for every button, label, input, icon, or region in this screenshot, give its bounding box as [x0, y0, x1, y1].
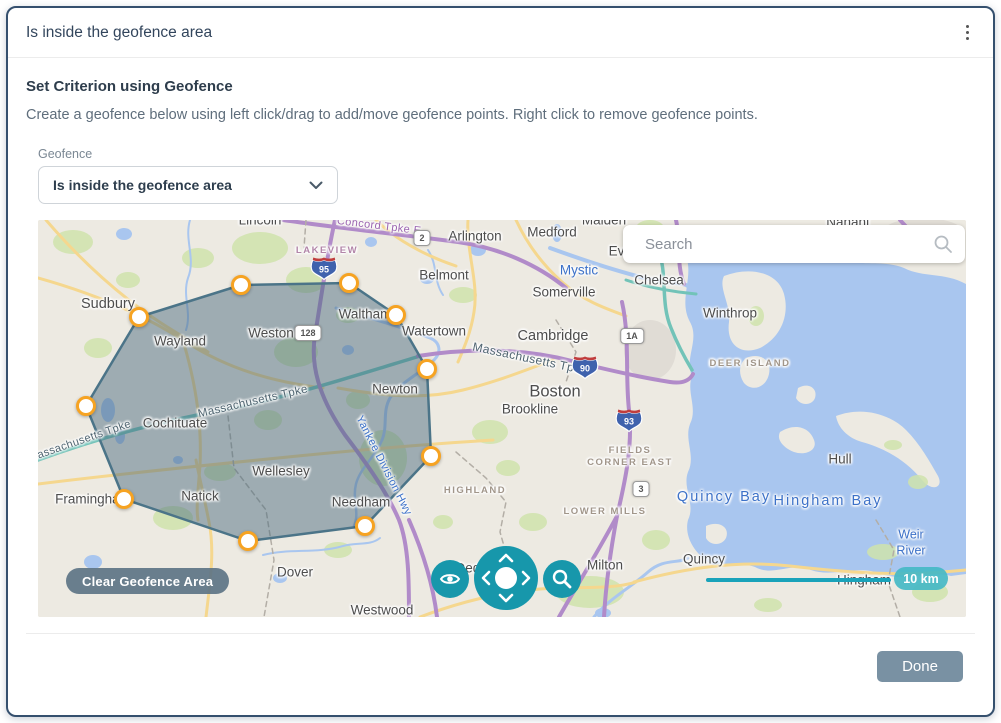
geofence-field: Geofence Is inside the geofence area: [38, 147, 975, 204]
card-header: Is inside the geofence area: [8, 8, 993, 58]
geofence-vertex[interactable]: [339, 273, 359, 293]
eye-icon: [431, 586, 469, 601]
search-input[interactable]: [643, 235, 933, 254]
geofence-field-label: Geofence: [38, 147, 975, 161]
pan-arrows-icon: [473, 598, 539, 615]
geofence-select[interactable]: Is inside the geofence area: [38, 166, 338, 204]
geofence-vertex[interactable]: [417, 359, 437, 379]
card-body: Set Criterion using Geofence Create a ge…: [8, 58, 993, 682]
card-title: Is inside the geofence area: [26, 24, 212, 42]
map-pan-control[interactable]: [473, 545, 539, 611]
geofence-select-value: Is inside the geofence area: [53, 177, 232, 193]
map-search-box[interactable]: [623, 225, 965, 263]
geofence-vertex[interactable]: [76, 396, 96, 416]
geofence-vertex[interactable]: [129, 307, 149, 327]
geofence-vertex[interactable]: [421, 446, 441, 466]
section-title: Set Criterion using Geofence: [26, 78, 975, 95]
section-description: Create a geofence below using left click…: [26, 107, 975, 123]
geofence-vertex[interactable]: [238, 531, 258, 551]
clear-geofence-button[interactable]: Clear Geofence Area: [66, 568, 229, 594]
geofence-vertex[interactable]: [231, 275, 251, 295]
geofence-map[interactable]: LincolnMaldenNahantSudburyWaylandWestonW…: [38, 220, 966, 617]
more-options-button[interactable]: [958, 19, 978, 47]
search-icon: [933, 234, 953, 254]
geofence-vertex[interactable]: [114, 489, 134, 509]
geofence-vertex[interactable]: [355, 516, 375, 536]
magnifier-icon: [543, 586, 581, 601]
chevron-down-icon: [309, 181, 323, 190]
map-zoom-search-button[interactable]: [543, 560, 581, 598]
done-button[interactable]: Done: [877, 651, 963, 682]
map-scale-bar: [706, 578, 891, 582]
geofence-criterion-card: Is inside the geofence area Set Criterio…: [6, 6, 995, 717]
map-scale-label: 10 km: [894, 567, 948, 590]
card-footer: Done: [26, 634, 975, 682]
toggle-geofence-visibility-button[interactable]: [431, 560, 469, 598]
geofence-vertex[interactable]: [386, 305, 406, 325]
